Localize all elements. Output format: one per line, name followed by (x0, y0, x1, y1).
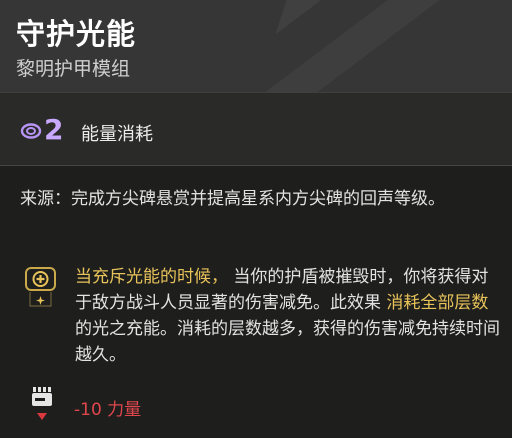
charged-with-light-icon (25, 267, 56, 307)
mod-source: 来源：完成方尖碑悬赏并提高星系内方尖碑的回声等级。 (20, 189, 445, 209)
mod-type: 黎明护甲模组 (16, 58, 131, 80)
stat-modifier: -10 力量 (74, 400, 142, 420)
mod-header: 守护光能 黎明护甲模组 (0, 0, 512, 92)
mod-title: 守护光能 (16, 17, 137, 51)
energy-cost-label: 能量消耗 (81, 124, 153, 145)
void-energy-icon (20, 123, 42, 139)
perk-text-part2: 的光之充能。消耗的层数越多，获得的伤害减免持续时间越久。 (75, 319, 500, 365)
energy-cost-value: 2 (44, 113, 64, 146)
perk-description: 当充斥光能的时候， 当你的护盾被摧毁时，你将获得对于敌方战斗人员显著的伤害减免。… (75, 264, 500, 368)
perk-condition: 当充斥光能的时候， (75, 267, 228, 287)
energy-cost-row: 2 能量消耗 (0, 92, 512, 166)
strength-stat-icon (32, 387, 52, 420)
perk-keyword: 消耗全部层数 (386, 293, 489, 313)
